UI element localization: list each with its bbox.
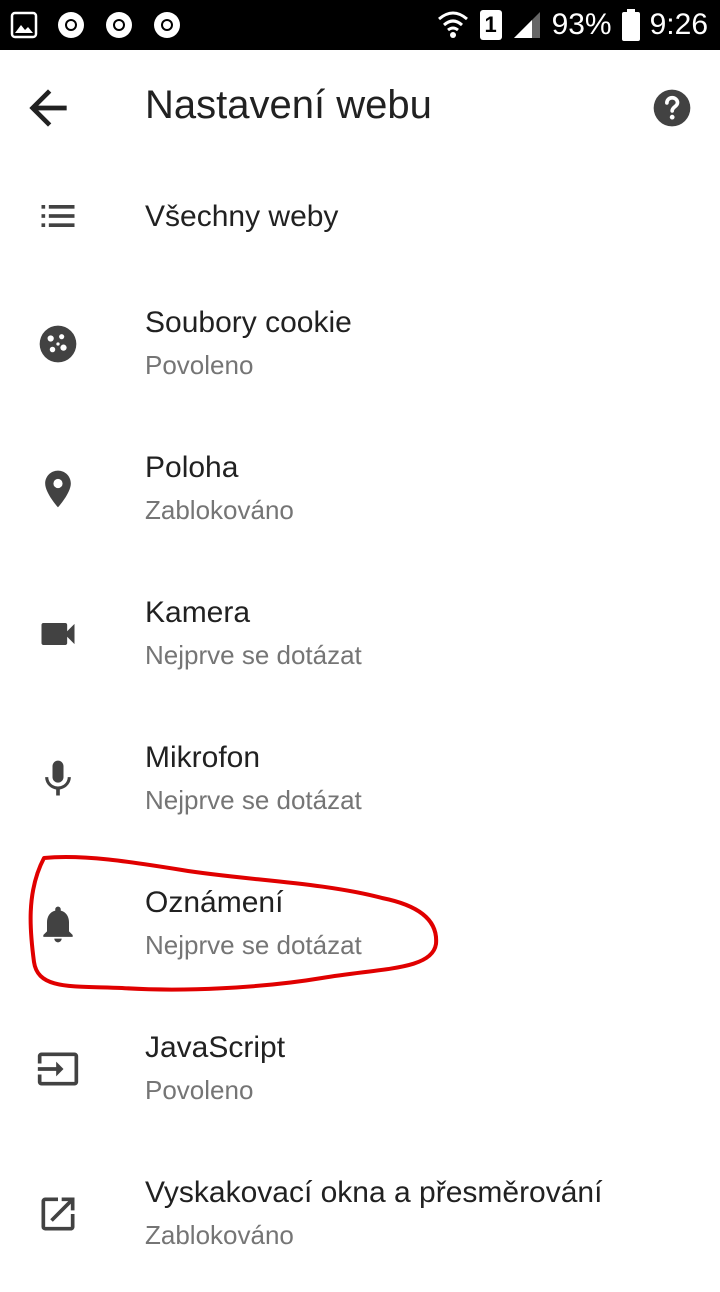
chrome-icon xyxy=(154,12,180,38)
help-button[interactable] xyxy=(650,86,694,130)
list-item-popups[interactable]: Vyskakovací okna a přesměrování Zablokov… xyxy=(0,1162,720,1292)
list-item-notifications[interactable]: Oznámení Nejprve se dotázat xyxy=(0,872,720,1002)
sim-slot-badge: 1 xyxy=(479,10,502,40)
list-item-status: Povoleno xyxy=(145,1075,254,1105)
list-item-status: Nejprve se dotázat xyxy=(145,930,362,960)
open-in-new-icon xyxy=(41,1197,75,1231)
list-item-javascript[interactable]: JavaScript Povoleno xyxy=(0,1017,720,1147)
help-circle-icon xyxy=(653,89,691,127)
list-item-status: Zablokováno xyxy=(145,495,294,525)
battery-icon xyxy=(621,9,640,41)
battery-percent: 93% xyxy=(551,8,612,41)
list-item-label: JavaScript xyxy=(145,1031,286,1064)
list-item-location[interactable]: Poloha Zablokováno xyxy=(0,437,720,567)
app-bar: Nastavení webu xyxy=(0,50,720,162)
location-pin-icon xyxy=(45,470,71,508)
gallery-icon xyxy=(10,11,38,39)
camera-icon xyxy=(41,623,75,645)
list-item-label: Kamera xyxy=(145,596,251,629)
list-item-status: Zablokováno xyxy=(145,1220,294,1250)
list-item-label: Všechny weby xyxy=(145,200,339,233)
status-system-icons: 1 93% 9:26 xyxy=(436,6,708,44)
list-item-all-sites[interactable]: Všechny weby xyxy=(0,162,720,292)
status-bar: 1 93% 9:26 xyxy=(0,0,720,50)
cell-signal-icon xyxy=(513,12,540,38)
list-item-status: Nejprve se dotázat xyxy=(145,785,362,815)
cookie-icon xyxy=(39,325,77,363)
list-item-label: Poloha xyxy=(145,451,239,484)
page-title: Nastavení webu xyxy=(145,83,432,127)
javascript-icon xyxy=(37,1052,79,1086)
list-item-microphone[interactable]: Mikrofon Nejprve se dotázat xyxy=(0,727,720,857)
list-item-label: Soubory cookie xyxy=(145,306,352,339)
status-notification-icons xyxy=(10,10,182,40)
microphone-icon xyxy=(45,760,71,796)
list-item-label: Oznámení xyxy=(145,886,284,919)
chrome-icon xyxy=(106,12,132,38)
clock: 9:26 xyxy=(649,8,708,41)
list-icon xyxy=(41,205,75,227)
arrow-back-icon xyxy=(29,89,67,127)
chrome-icon xyxy=(58,12,84,38)
list-item-cookies[interactable]: Soubory cookie Povoleno xyxy=(0,292,720,422)
bell-icon xyxy=(43,906,73,943)
back-button[interactable] xyxy=(20,80,76,136)
list-item-status: Povoleno xyxy=(145,350,254,380)
list-item-status: Nejprve se dotázat xyxy=(145,640,362,670)
list-item-camera[interactable]: Kamera Nejprve se dotázat xyxy=(0,582,720,712)
wifi-icon xyxy=(437,11,468,38)
list-item-label: Vyskakovací okna a přesměrování xyxy=(145,1176,603,1209)
list-item-label: Mikrofon xyxy=(145,741,261,774)
